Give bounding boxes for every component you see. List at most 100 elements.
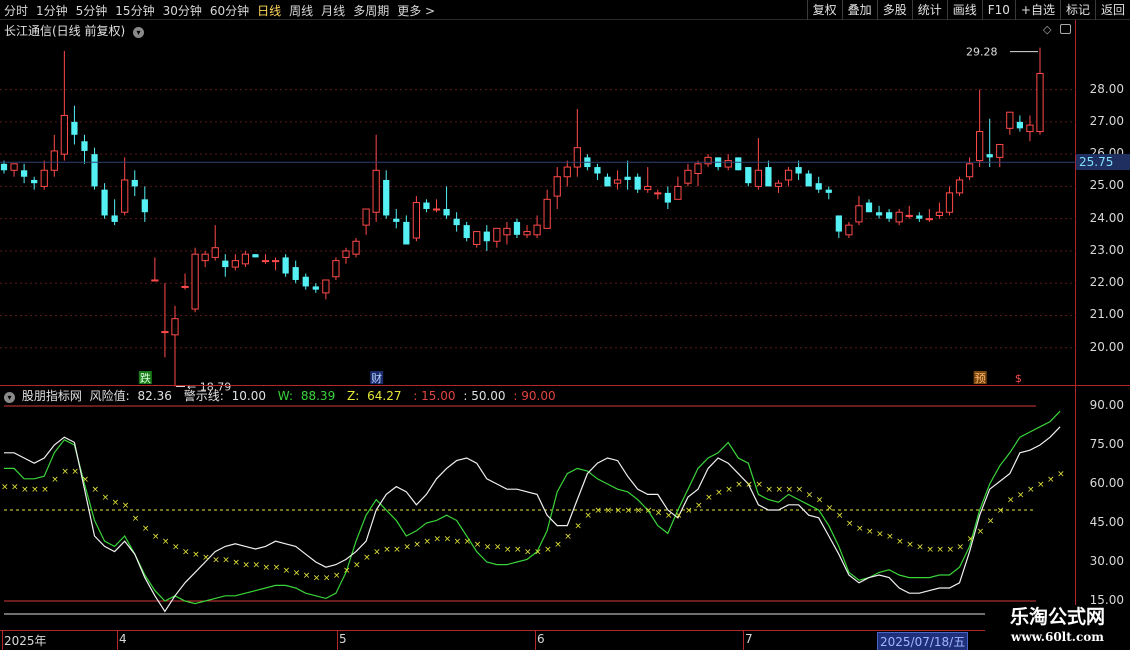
diamond-icon[interactable]: ◇ (1043, 23, 1051, 36)
period-tab[interactable]: 60分钟 (206, 2, 253, 19)
candle (543, 189, 551, 229)
candle (211, 225, 219, 261)
candle-body (151, 279, 159, 282)
z-point: × (896, 537, 904, 547)
candle (865, 199, 873, 213)
kline-panel[interactable]: 29.28 ← 18.79 跌财预 $ 长江通信(日线 前复权) ▾ ◇ (0, 20, 1076, 393)
current-price-tag: 25.75 (1076, 154, 1130, 171)
z-point: × (906, 540, 914, 550)
period-tab[interactable]: 分时 (0, 2, 32, 19)
z-point: × (645, 506, 653, 516)
z-point: × (615, 506, 623, 516)
candle-body (282, 257, 289, 274)
price-axis: 28.00 27.00 26.00 25.00 24.00 23.00 22.00 21.00… (1076, 20, 1130, 385)
toolbar-action-button[interactable]: 统计 (911, 0, 947, 20)
period-tab[interactable]: 更多 > (393, 2, 439, 19)
candle (513, 218, 521, 239)
z-point: × (977, 527, 985, 537)
period-tab[interactable]: 1分钟 (32, 2, 72, 19)
candle (40, 160, 48, 190)
candle-body (1006, 111, 1014, 129)
z-point: × (273, 563, 281, 573)
z-point: × (604, 506, 612, 516)
period-tab[interactable]: 月线 (317, 2, 349, 19)
line50-label: : 50.00 (463, 389, 506, 403)
candle-body (181, 285, 189, 288)
candle (965, 157, 974, 180)
candle (403, 215, 410, 245)
candle-body (674, 185, 682, 200)
candle (805, 170, 812, 187)
candle (986, 118, 993, 168)
z-point: × (313, 574, 321, 584)
panel-toggle-icon[interactable] (1060, 24, 1071, 34)
period-tab[interactable]: 周线 (285, 2, 317, 19)
period-tabs: 分时 1分钟 5分钟 15分钟 30分钟 60分钟 日线 周线 月线 多周期 更多 > (0, 0, 439, 20)
candle (594, 163, 601, 180)
toolbar-action-button[interactable]: 画线 (946, 0, 982, 20)
candle (533, 215, 541, 239)
candle-body (604, 176, 611, 187)
event-marker: 跌 (138, 371, 152, 385)
candle (765, 160, 772, 187)
z-point: × (31, 485, 39, 495)
candle (81, 134, 88, 164)
z-point: × (987, 516, 995, 526)
candle (886, 209, 893, 222)
risk-label: 风险值: 82.36 (89, 389, 172, 403)
indicator-axis: 90.00 75.00 60.00 45.00 30.00 15.00 (1076, 386, 1130, 630)
z-point: × (222, 555, 230, 565)
period-tab[interactable]: 5分钟 (72, 2, 112, 19)
toolbar-action-button[interactable]: 返回 (1094, 0, 1130, 20)
z-point: × (323, 574, 331, 584)
toolbar-action-button[interactable]: 复权 (806, 0, 842, 20)
candle-body (765, 167, 772, 187)
z-point: × (655, 509, 663, 519)
candle (111, 199, 118, 226)
period-tab[interactable]: 多周期 (349, 2, 393, 19)
date-label: 4 (119, 632, 127, 646)
z-point: × (695, 501, 703, 511)
candle-body (543, 198, 551, 229)
candle-body (31, 179, 38, 184)
candle-body (71, 121, 78, 135)
candle-body (735, 157, 742, 171)
candle (412, 196, 421, 242)
indicator-axis-label: 75.00 (1089, 437, 1124, 451)
z-point: × (856, 524, 864, 534)
candle (503, 221, 511, 245)
selected-date-label[interactable]: 2025/07/18/五 (877, 632, 969, 650)
indicator-toggle-icon[interactable]: ▾ (4, 392, 15, 403)
candle-body (503, 227, 511, 236)
candle (573, 108, 581, 177)
watermark-line2: www.60lt.com (1011, 630, 1104, 644)
toolbar-action-button[interactable]: 叠加 (841, 0, 877, 20)
period-tab[interactable]: 15分钟 (111, 2, 158, 19)
title-dropdown-icon[interactable]: ▾ (133, 27, 145, 38)
candle (161, 283, 169, 358)
period-tab[interactable]: 30分钟 (159, 2, 206, 19)
z-point: × (51, 475, 59, 485)
candle (292, 260, 299, 284)
toolbar-action-button[interactable]: +自选 (1014, 0, 1060, 20)
toolbar-action-button[interactable]: F10 (981, 0, 1015, 20)
candle (20, 163, 28, 184)
indicator-panel[interactable]: × × × × × × × × × × × × × × × × × × × × × × × × × × × × × × × × × × × × × × × ×… (0, 386, 1076, 630)
z-point: × (1017, 490, 1025, 500)
z-point: × (61, 467, 69, 477)
z-point: × (926, 545, 934, 555)
candle-body (754, 169, 762, 187)
candle (916, 212, 923, 222)
candle-body (231, 260, 239, 268)
z-point: × (594, 506, 602, 516)
toolbar-action-button[interactable]: 多股 (876, 0, 912, 20)
candle-body (372, 169, 380, 213)
candle-body (875, 212, 883, 216)
period-tab[interactable]: 日线 (253, 2, 285, 19)
candle-body (684, 169, 692, 184)
candle (825, 186, 832, 200)
candle (905, 205, 913, 219)
toolbar-action-button[interactable]: 标记 (1059, 0, 1095, 20)
z-point: × (745, 480, 753, 490)
candle-body (412, 202, 421, 239)
